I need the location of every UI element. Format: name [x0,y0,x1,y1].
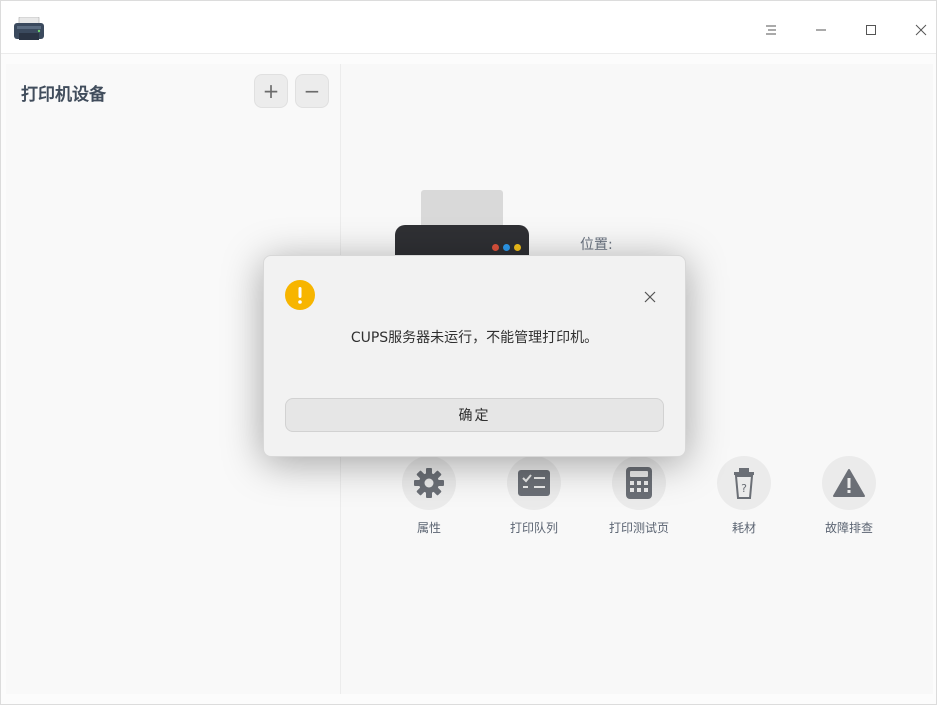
app-window: 打印机设备 + − 位置: 属性 打印队列 打印测试页 ? 耗材 故障排查 CU… [0,0,937,705]
minimize-icon [816,29,826,31]
printer-paper-illustration [421,190,503,230]
properties-label: 属性 [416,521,441,535]
location-label: 位置: [580,237,613,253]
warning-icon [285,280,315,310]
sidebar-title: 打印机设备 [21,85,106,105]
menu-icon [766,25,776,35]
title-bar [1,1,936,54]
maximize-button[interactable] [846,13,896,47]
print-queue-icon [518,470,550,496]
printer-led-red [492,244,499,251]
minus-icon: − [303,79,321,103]
troubleshoot-label: 故障排查 [824,521,873,535]
test-page-action[interactable]: 打印测试页 [589,456,689,536]
close-icon [915,24,927,36]
error-dialog: CUPS服务器未运行，不能管理打印机。 确定 [263,255,686,457]
test-page-icon [626,467,652,499]
supplies-icon: ? [734,468,754,499]
confirm-button[interactable]: 确定 [285,398,664,432]
svg-text:?: ? [741,482,747,495]
remove-printer-button[interactable]: − [295,74,329,108]
printer-led-blue [503,244,510,251]
close-icon [644,291,656,303]
printer-app-icon [14,17,44,40]
minimize-button[interactable] [796,13,846,47]
gear-icon [414,468,444,498]
print-queue-label: 打印队列 [509,521,558,535]
close-dialog-button[interactable] [639,286,661,308]
warning-icon [833,469,865,497]
test-page-label: 打印测试页 [608,521,669,535]
printer-led-yellow [514,244,521,251]
dialog-message: CUPS服务器未运行，不能管理打印机。 [350,330,599,346]
print-queue-action[interactable]: 打印队列 [484,456,584,536]
supplies-label: 耗材 [731,521,756,535]
plus-icon: + [262,79,280,103]
maximize-icon [866,25,876,35]
properties-action[interactable]: 属性 [379,456,479,536]
supplies-action[interactable]: ? 耗材 [694,456,794,536]
menu-button[interactable] [746,13,796,47]
add-printer-button[interactable]: + [254,74,288,108]
troubleshoot-action[interactable]: 故障排查 [799,456,899,536]
close-window-button[interactable] [896,13,937,47]
